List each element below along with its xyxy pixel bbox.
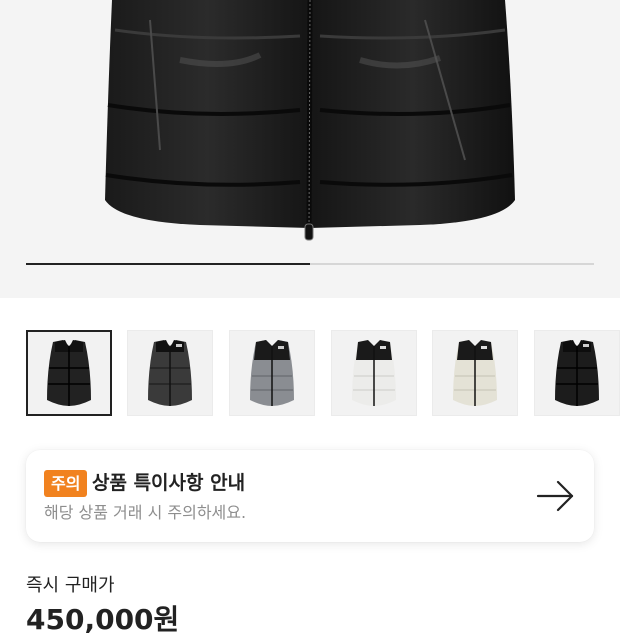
thumbnail-black[interactable]: [534, 330, 620, 416]
caution-badge: 주의: [44, 470, 88, 497]
product-notice-card[interactable]: 주의 상품 특이사항 안내 해당 상품 거래 시 주의하세요.: [26, 450, 594, 542]
notice-title: 상품 특이사항 안내: [92, 472, 246, 494]
instant-buy-price: 450,000원: [26, 603, 180, 636]
carousel-progress-bar: [26, 263, 594, 265]
thumbnail-cream-black[interactable]: [432, 330, 518, 416]
product-vest-image: [105, 0, 515, 241]
notice-subtitle: 해당 상품 거래 시 주의하세요.: [44, 503, 247, 522]
thumbnail-strip[interactable]: [26, 330, 620, 418]
thumbnail-dark-gray[interactable]: [127, 330, 213, 416]
arrow-right-icon[interactable]: [536, 478, 576, 514]
thumbnail-gray[interactable]: [229, 330, 315, 416]
thumbnail-black-glossy[interactable]: [26, 330, 112, 416]
instant-buy-price-label: 즉시 구매가: [26, 575, 115, 596]
product-image-carousel[interactable]: [0, 0, 620, 298]
thumbnail-white-black[interactable]: [331, 330, 417, 416]
carousel-progress-fill: [26, 263, 310, 265]
